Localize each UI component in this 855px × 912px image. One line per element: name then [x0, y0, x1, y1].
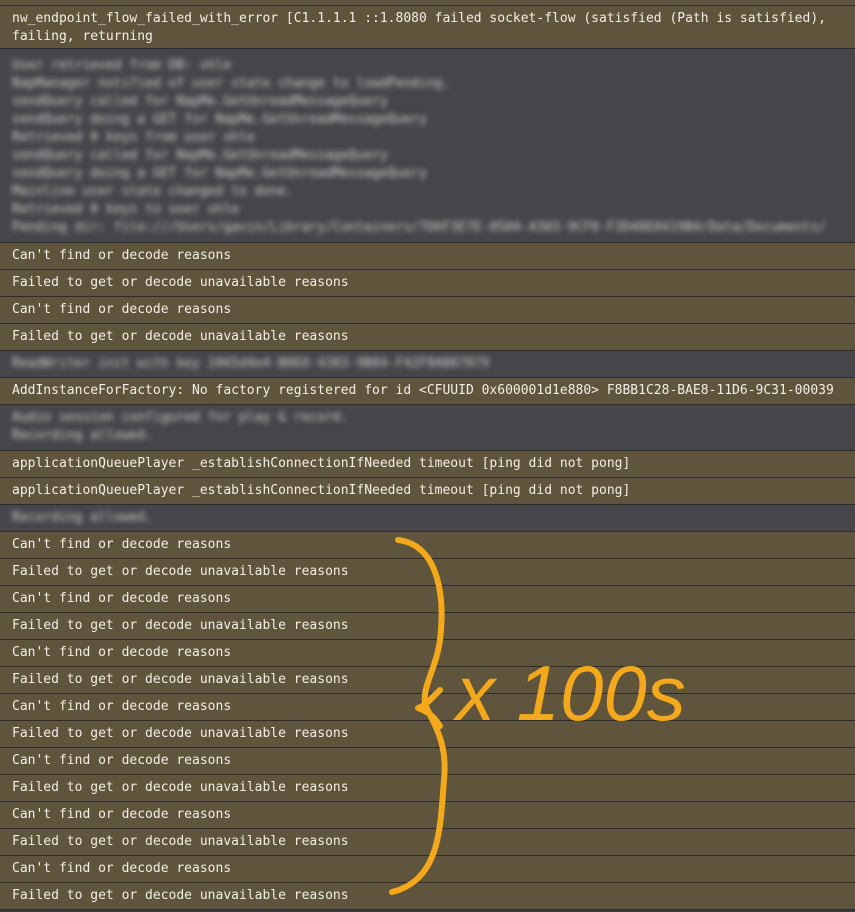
log-row-info[interactable]: User retrieved from DB: xhle NapManager …	[0, 49, 855, 243]
log-row-info[interactable]: Recording allowed.	[0, 505, 855, 532]
log-text: Failed to get or decode unavailable reas…	[12, 329, 349, 344]
log-row-warning[interactable]: Can't find or decode reasons	[0, 640, 855, 667]
log-text: Failed to get or decode unavailable reas…	[12, 726, 349, 741]
log-text: Can't find or decode reasons	[12, 861, 232, 876]
log-row-warning[interactable]: Can't find or decode reasons	[0, 586, 855, 613]
log-row-warning[interactable]: Failed to get or decode unavailable reas…	[0, 667, 855, 694]
log-text-redacted: Retrieved 0 keys to user xhle	[12, 202, 239, 217]
log-row-warning[interactable]: Can't find or decode reasons	[0, 243, 855, 270]
log-text-redacted: sendQuery doing a GET for NapMe.GetUnrea…	[12, 112, 427, 127]
log-text: Can't find or decode reasons	[12, 302, 232, 317]
log-row-warning[interactable]: Failed to get or decode unavailable reas…	[0, 270, 855, 297]
log-row-info[interactable]: Audio session configured for play & reco…	[0, 405, 855, 451]
log-text: Failed to get or decode unavailable reas…	[12, 780, 349, 795]
log-row-warning[interactable]: Can't find or decode reasons	[0, 532, 855, 559]
log-row-warning[interactable]: nw_endpoint_flow_failed_with_error [C1.1…	[0, 6, 855, 49]
log-text: applicationQueuePlayer _establishConnect…	[12, 483, 631, 498]
log-row-warning[interactable]: Failed to get or decode unavailable reas…	[0, 324, 855, 351]
console-log: nw_endpoint_flow_failed_with_error [C1.1…	[0, 0, 855, 910]
log-row-warning[interactable]: applicationQueuePlayer _establishConnect…	[0, 478, 855, 505]
log-text: Can't find or decode reasons	[12, 699, 232, 714]
log-text: Failed to get or decode unavailable reas…	[12, 275, 349, 290]
log-row-warning[interactable]: Failed to get or decode unavailable reas…	[0, 829, 855, 856]
log-text-redacted: Recording allowed.	[12, 510, 153, 525]
log-text: Can't find or decode reasons	[12, 537, 232, 552]
log-text: Can't find or decode reasons	[12, 645, 232, 660]
log-row-warning[interactable]: Can't find or decode reasons	[0, 297, 855, 324]
log-row-warning[interactable]: Failed to get or decode unavailable reas…	[0, 721, 855, 748]
log-text: Failed to get or decode unavailable reas…	[12, 834, 349, 849]
log-row-warning[interactable]: Can't find or decode reasons	[0, 802, 855, 829]
log-text: Can't find or decode reasons	[12, 248, 232, 263]
log-row-warning[interactable]: Failed to get or decode unavailable reas…	[0, 613, 855, 640]
log-row-warning[interactable]: Failed to get or decode unavailable reas…	[0, 775, 855, 802]
log-text: Failed to get or decode unavailable reas…	[12, 564, 349, 579]
log-text-redacted: Pending dir: file:///Users/gavin/Library…	[12, 220, 826, 235]
log-text-redacted: NapManager notified of user state change…	[12, 76, 451, 91]
log-text: Can't find or decode reasons	[12, 807, 232, 822]
log-text: Failed to get or decode unavailable reas…	[12, 672, 349, 687]
log-text-redacted: sendQuery called for NapMe.GetUnreadMess…	[12, 94, 388, 109]
log-row-warning[interactable]: AddInstanceForFactory: No factory regist…	[0, 378, 855, 405]
log-row-warning[interactable]: Can't find or decode reasons	[0, 748, 855, 775]
log-text: AddInstanceForFactory: No factory regist…	[12, 383, 834, 398]
log-text: Can't find or decode reasons	[12, 753, 232, 768]
log-text: Can't find or decode reasons	[12, 591, 232, 606]
log-text: Failed to get or decode unavailable reas…	[12, 618, 349, 633]
log-text: applicationQueuePlayer _establishConnect…	[12, 456, 631, 471]
log-row-warning[interactable]: Can't find or decode reasons	[0, 856, 855, 883]
log-text-redacted: ReadWriter init with key 1065d4e4-B0E0-4…	[12, 356, 490, 371]
log-row-info[interactable]: ReadWriter init with key 1065d4e4-B0E0-4…	[0, 351, 855, 378]
log-text-redacted: Audio session configured for play & reco…	[12, 410, 349, 425]
log-row-warning[interactable]: Failed to get or decode unavailable reas…	[0, 883, 855, 910]
log-row-warning[interactable]: applicationQueuePlayer _establishConnect…	[0, 451, 855, 478]
log-text-redacted: Mainline user state changed to done.	[12, 184, 294, 199]
log-row-warning[interactable]: Failed to get or decode unavailable reas…	[0, 559, 855, 586]
log-text: nw_endpoint_flow_failed_with_error [C1.1…	[12, 11, 826, 26]
log-text-redacted: sendQuery doing a GET for NapMe.GetUnrea…	[12, 166, 427, 181]
log-row-warning[interactable]: Can't find or decode reasons	[0, 694, 855, 721]
log-text-redacted: Recording allowed.	[12, 428, 153, 443]
log-text-redacted: Retrieved 0 keys from user xhle	[12, 130, 255, 145]
log-text-redacted: sendQuery called for NapMe.GetUnreadMess…	[12, 148, 388, 163]
log-text: Failed to get or decode unavailable reas…	[12, 888, 349, 903]
log-text: failing, returning	[12, 29, 153, 44]
log-text-redacted: User retrieved from DB: xhle	[12, 58, 232, 73]
